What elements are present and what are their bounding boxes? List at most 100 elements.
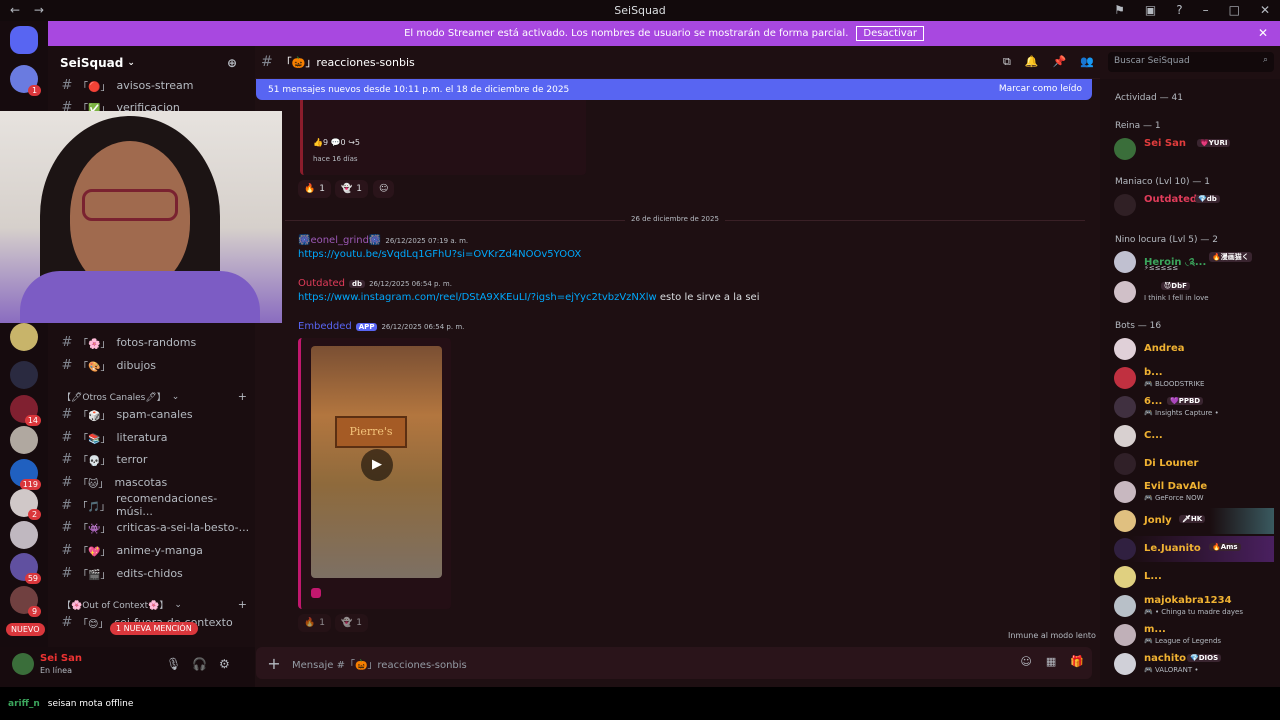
- reaction[interactable]: 👻 1: [335, 614, 368, 632]
- member-item[interactable]: 😈DbF I think I fell in love: [1114, 279, 1274, 305]
- message-text: https://www.instagram.com/reel/DStA9XKEu…: [298, 292, 760, 303]
- new-messages-bar[interactable]: 51 mensajes nuevos desde 10:11 p.m. el 1…: [256, 79, 1092, 100]
- server-icon[interactable]: [10, 323, 38, 351]
- channel-item[interactable]: # 「📚」 literatura: [56, 426, 251, 448]
- reaction[interactable]: 👻 1: [335, 180, 368, 198]
- member-item[interactable]: Heroin ◟༉... 🔥漫画猫く ⚡≤≤≤≤≤: [1114, 249, 1274, 275]
- message-list: 👍9 💬0 ↪5 hace 16 días 🔥 1 👻 1 ☺ 26 de dici…: [255, 100, 1100, 640]
- reaction[interactable]: 🔥 1: [298, 180, 331, 198]
- threads-icon[interactable]: ⧉: [1003, 55, 1011, 69]
- message-composer[interactable]: + Mensaje #「🎃」reacciones-sonbis ☺ ▦ 🎁: [256, 647, 1092, 679]
- server-icon[interactable]: 59: [10, 553, 41, 584]
- inbox-icon[interactable]: ▣: [1145, 3, 1156, 17]
- discord-home-icon[interactable]: [10, 26, 38, 54]
- member-item[interactable]: Sei San 💗YURI: [1114, 136, 1274, 162]
- add-channel-icon[interactable]: +: [238, 390, 247, 403]
- maximize-button[interactable]: □: [1229, 3, 1240, 17]
- channel-item[interactable]: # 「🌸」 fotos-randoms: [56, 331, 251, 353]
- new-pill[interactable]: NUEVO: [6, 623, 45, 636]
- server-icon[interactable]: 2: [10, 489, 41, 520]
- hash-icon: #: [61, 406, 73, 422]
- emoji-icon[interactable]: ☺: [1020, 655, 1031, 668]
- message-author[interactable]: Outdated: [298, 278, 345, 289]
- server-icon[interactable]: [10, 426, 38, 454]
- server-icon[interactable]: 119: [10, 459, 41, 490]
- member-item[interactable]: nachito 💎DIOS 🎮 VALORANT •: [1114, 651, 1274, 677]
- message-author[interactable]: Embedded: [298, 321, 352, 332]
- facebook-embed: 👍9 💬0 ↪5 hace 16 días: [300, 100, 586, 175]
- role-group: Nino locura (Lvl 5) — 2: [1115, 235, 1218, 245]
- new-mention-pill[interactable]: 1 NUEVA MENCIÓN: [110, 622, 198, 635]
- add-reaction-icon[interactable]: ☺: [373, 180, 395, 198]
- server-icon[interactable]: [10, 521, 38, 549]
- window-controls: ⚑ ▣ ? – □ ✕: [1114, 3, 1270, 17]
- avatar: [1114, 367, 1136, 389]
- channel-item[interactable]: # 「💖」 anime-y-manga: [56, 539, 251, 561]
- channel-item[interactable]: # 「🎵」 recomendaciones-músi...: [56, 492, 251, 518]
- search-input[interactable]: Buscar SeiSquad ⌕: [1108, 52, 1274, 72]
- member-item[interactable]: C...: [1114, 423, 1274, 449]
- server-icon[interactable]: 14: [10, 395, 41, 426]
- channel-item[interactable]: # 「🎨」 dibujos: [56, 354, 251, 376]
- channel-item[interactable]: # 「👾」 criticas-a-sei-la-besto-...: [56, 516, 251, 538]
- chat-user: ariff_n: [8, 698, 40, 709]
- channel-item[interactable]: # 「🎬」 edits-chidos: [56, 562, 251, 584]
- members-icon[interactable]: 👥: [1080, 55, 1094, 69]
- hash-icon: #: [61, 357, 73, 373]
- member-item[interactable]: Evil DavAle 🎮 GeForce NOW: [1114, 479, 1274, 505]
- category-header[interactable]: 【🌸Out of Context🌸】 ⌄ +: [62, 598, 247, 611]
- reaction[interactable]: 🔥 1: [298, 614, 331, 632]
- play-icon[interactable]: ▶: [361, 449, 393, 481]
- bell-icon[interactable]: 🔔: [1025, 55, 1039, 69]
- headphones-icon[interactable]: 🎧: [192, 657, 207, 671]
- channel-item[interactable]: # 「💀」 terror: [56, 448, 251, 470]
- deactivate-button[interactable]: Desactivar: [856, 26, 924, 41]
- message-link[interactable]: https://www.instagram.com/reel/DStA9XKEu…: [298, 292, 657, 303]
- server-icon[interactable]: 9: [10, 586, 41, 617]
- banner-text: El modo Streamer está activado. Los nomb…: [404, 28, 849, 39]
- avatar: [1114, 624, 1136, 646]
- gift-icon[interactable]: 🎁: [1070, 655, 1084, 668]
- hash-icon: #: [61, 542, 73, 558]
- add-channel-icon[interactable]: +: [238, 598, 247, 611]
- category-header[interactable]: 【🖊Otros Canales🖊】 ⌄ +: [62, 390, 247, 403]
- role-group: Bots — 16: [1115, 321, 1162, 331]
- member-item[interactable]: Di Louner: [1114, 451, 1274, 477]
- member-item[interactable]: Le.Juanito 🔥Ams: [1114, 536, 1274, 562]
- member-item[interactable]: Outdated 💎db: [1114, 192, 1274, 218]
- avatar: [1114, 538, 1136, 560]
- message-author[interactable]: 🎆eonel_grind🎆: [298, 235, 381, 246]
- mark-read-button[interactable]: Marcar como leído: [999, 84, 1082, 94]
- gear-icon[interactable]: ⚙: [219, 657, 230, 671]
- title-bar: ← → SeiSquad ⚑ ▣ ? – □ ✕: [0, 0, 1280, 21]
- pin-icon[interactable]: 📌: [1053, 55, 1067, 69]
- server-icon[interactable]: [10, 361, 38, 389]
- gif-icon[interactable]: ▦: [1046, 655, 1056, 668]
- minimize-button[interactable]: –: [1203, 3, 1209, 17]
- slowmode-immune-label: Inmune al modo lento: [1008, 631, 1096, 640]
- member-item[interactable]: majokabra1234 🎮 • Chinga tu madre dayes: [1114, 593, 1274, 619]
- video-thumbnail[interactable]: Pierre's ▶: [311, 346, 442, 578]
- avatar[interactable]: [12, 653, 34, 675]
- close-window-button[interactable]: ✕: [1260, 3, 1270, 17]
- flag-icon[interactable]: ⚑: [1114, 3, 1125, 17]
- member-item[interactable]: L...: [1114, 564, 1274, 590]
- close-icon[interactable]: ✕: [1258, 26, 1268, 40]
- message-link[interactable]: https://youtu.be/sVqdLq1GFhU?si=OVKrZd4N…: [298, 249, 581, 260]
- hash-icon: #: [61, 497, 73, 513]
- member-item[interactable]: Andrea: [1114, 336, 1274, 362]
- member-item[interactable]: 6... 💜PPBD 🎮 Insights Capture •: [1114, 394, 1274, 420]
- channel-item[interactable]: # 「🐱」 mascotas: [56, 471, 251, 493]
- member-item[interactable]: m... 🎮 League of Legends: [1114, 622, 1274, 648]
- member-list: Actividad — 41 Reina — 1 Sei San 💗YURI Ma…: [1100, 79, 1280, 687]
- user-panel: Sei San En línea 🎙 🎧 ⚙: [0, 647, 255, 687]
- server-icon[interactable]: 1: [10, 65, 41, 96]
- channel-item[interactable]: # 「🔴」 avisos-stream: [56, 74, 251, 96]
- help-icon[interactable]: ?: [1176, 3, 1182, 17]
- add-member-icon[interactable]: ⊕: [227, 56, 237, 70]
- member-item[interactable]: b... 🎮 BLOODSTRIKE: [1114, 365, 1274, 391]
- member-item[interactable]: Jonly 🗡HK: [1114, 508, 1274, 534]
- plus-icon[interactable]: +: [256, 654, 292, 673]
- channel-item[interactable]: # 「🎲」 spam-canales: [56, 403, 251, 425]
- microphone-icon[interactable]: 🎙: [166, 657, 181, 671]
